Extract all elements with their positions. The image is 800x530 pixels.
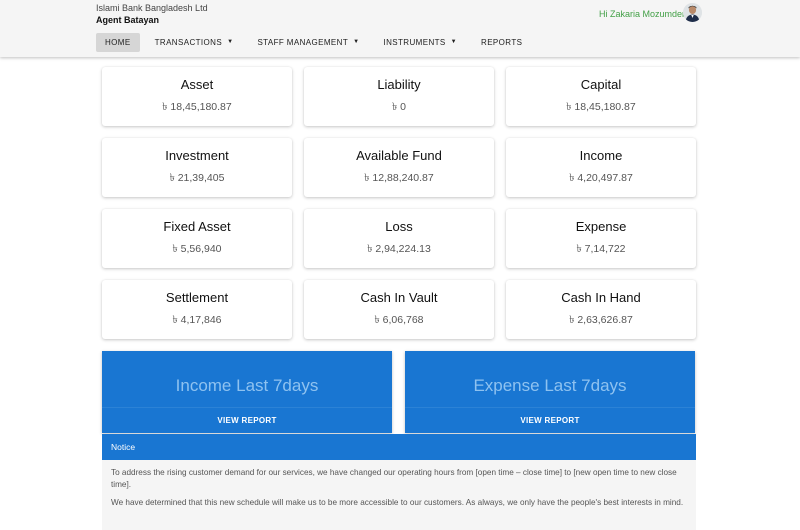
income-view-report-button[interactable]: VIEW REPORT — [102, 407, 392, 433]
nav-instruments[interactable]: INSTRUMENTS ▼ — [374, 33, 466, 52]
card-value: ৳ 4,17,846 — [172, 314, 222, 326]
nav-transactions-label: TRANSACTIONS — [154, 38, 223, 47]
card-value: ৳ 18,45,180.87 — [162, 101, 232, 113]
card-value: ৳ 7,14,722 — [576, 243, 626, 255]
card-title: Income — [579, 148, 623, 163]
expense-view-report-button[interactable]: VIEW REPORT — [405, 407, 695, 433]
nav-instruments-label: INSTRUMENTS — [383, 38, 446, 47]
user-greeting[interactable]: Hi Zakaria Mozumder — [599, 9, 685, 19]
card-title: Asset — [180, 77, 214, 92]
card-income: Income ৳ 4,20,497.87 — [506, 138, 696, 197]
card-fixed-asset: Fixed Asset ৳ 5,56,940 — [102, 209, 292, 268]
card-expense: Expense ৳ 7,14,722 — [506, 209, 696, 268]
card-title: Investment — [165, 148, 229, 163]
card-title: Cash In Hand — [561, 290, 641, 305]
expense-report-panel: Expense Last 7days VIEW REPORT — [405, 351, 695, 433]
chevron-down-icon: ▼ — [450, 39, 458, 45]
card-title: Liability — [377, 77, 421, 92]
nav-staff-management-label: STAFF MANAGEMENT — [257, 38, 349, 47]
card-title: Loss — [385, 219, 413, 234]
card-investment: Investment ৳ 21,39,405 — [102, 138, 292, 197]
nav-home-label: HOME — [105, 38, 131, 47]
chevron-down-icon: ▼ — [227, 39, 234, 45]
card-value: ৳ 21,39,405 — [169, 172, 225, 184]
card-value: ৳ 6,06,768 — [374, 314, 424, 326]
top-app-bar: Islami Bank Bangladesh Ltd Agent Batayan… — [0, 0, 800, 57]
card-title: Fixed Asset — [163, 219, 231, 234]
card-cash-in-hand: Cash In Hand ৳ 2,63,626.87 — [506, 280, 696, 339]
card-value: ৳ 18,45,180.87 — [566, 101, 636, 113]
avatar[interactable] — [683, 3, 702, 22]
card-value: ৳ 0 — [392, 101, 406, 113]
nav-home[interactable]: HOME — [96, 33, 140, 52]
card-capital: Capital ৳ 18,45,180.87 — [506, 67, 696, 126]
card-value: ৳ 2,63,626.87 — [569, 314, 633, 326]
card-available-fund: Available Fund ৳ 12,88,240.87 — [304, 138, 494, 197]
dashboard-content: Asset ৳ 18,45,180.87 Liability ৳ 0 Capit… — [0, 57, 800, 530]
card-value: ৳ 12,88,240.87 — [364, 172, 434, 184]
card-value: ৳ 5,56,940 — [172, 243, 222, 255]
card-settlement: Settlement ৳ 4,17,846 — [102, 280, 292, 339]
card-liability: Liability ৳ 0 — [304, 67, 494, 126]
nav-reports[interactable]: REPORTS — [472, 33, 531, 52]
main-nav: HOME TRANSACTIONS ▼ STAFF MANAGEMENT ▼ I… — [96, 33, 537, 52]
notice-panel: Notice To address the rising customer de… — [102, 434, 696, 530]
card-title: Expense — [575, 219, 627, 234]
card-asset: Asset ৳ 18,45,180.87 — [102, 67, 292, 126]
income-report-title: Income Last 7days — [175, 376, 319, 395]
card-cash-in-vault: Cash In Vault ৳ 6,06,768 — [304, 280, 494, 339]
card-title: Available Fund — [356, 148, 442, 163]
chevron-down-icon: ▼ — [353, 39, 360, 45]
card-value: ৳ 4,20,497.87 — [569, 172, 633, 184]
summary-card-grid: Asset ৳ 18,45,180.87 Liability ৳ 0 Capit… — [102, 67, 696, 339]
card-value: ৳ 2,94,224.13 — [367, 243, 431, 255]
notice-paragraph: We have determined that this new schedul… — [111, 498, 684, 507]
user-avatar-icon — [683, 3, 702, 22]
card-title: Settlement — [165, 290, 229, 305]
org-name: Islami Bank Bangladesh Ltd — [96, 3, 208, 13]
nav-reports-label: REPORTS — [481, 38, 523, 47]
notice-title: Notice — [102, 434, 696, 460]
card-loss: Loss ৳ 2,94,224.13 — [304, 209, 494, 268]
card-title: Capital — [580, 77, 622, 92]
nav-transactions[interactable]: TRANSACTIONS ▼ — [146, 33, 243, 52]
income-report-panel: Income Last 7days VIEW REPORT — [102, 351, 392, 433]
expense-report-title: Expense Last 7days — [473, 376, 627, 395]
card-title: Cash In Vault — [360, 290, 438, 305]
notice-paragraph: To address the rising customer demand fo… — [111, 468, 677, 489]
nav-staff-management[interactable]: STAFF MANAGEMENT ▼ — [248, 33, 368, 52]
agent-name: Agent Batayan — [96, 15, 160, 25]
